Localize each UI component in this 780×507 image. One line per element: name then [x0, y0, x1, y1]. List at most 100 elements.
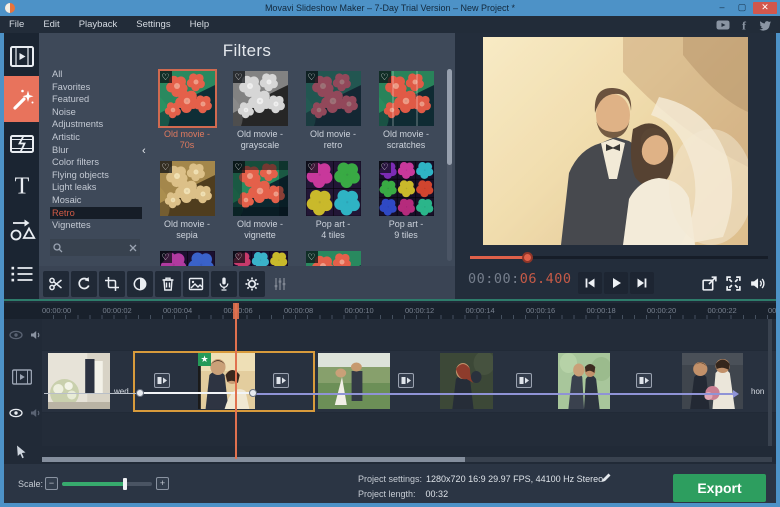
- menu-settings[interactable]: Settings: [136, 19, 170, 30]
- favorite-heart-icon[interactable]: ♡: [378, 161, 391, 173]
- filter-item[interactable]: ♡ Old movie - vignette: [224, 161, 296, 240]
- filter-item[interactable]: ♡ Pop art -4 tiles: [297, 160, 369, 240]
- timeline-clip-autumn-couple[interactable]: [440, 353, 493, 409]
- filter-item[interactable]: ♡: [151, 250, 223, 266]
- title-track-mute-toggle[interactable]: [28, 327, 44, 343]
- sidebar-tab-titles[interactable]: T: [4, 166, 39, 206]
- filter-item[interactable]: ♡ Old movie - retro: [297, 71, 369, 150]
- favorite-heart-icon[interactable]: ♡: [232, 251, 245, 263]
- link-handle[interactable]: [249, 389, 257, 397]
- filter-item[interactable]: ♡ Old movie -70s: [151, 69, 223, 150]
- record-voice-button[interactable]: [211, 270, 237, 297]
- favorite-heart-icon[interactable]: ♡: [232, 71, 245, 83]
- favorite-heart-icon[interactable]: ♡: [378, 71, 391, 83]
- next-frame-button[interactable]: [630, 272, 654, 294]
- link-handle[interactable]: [136, 389, 144, 397]
- volume-button[interactable]: [748, 274, 766, 292]
- timeline-clip-kissing-couple[interactable]: [558, 353, 610, 409]
- category-noise[interactable]: Noise: [50, 106, 142, 119]
- timeline-vscrollbar[interactable]: [768, 319, 772, 446]
- filter-thumbnail[interactable]: ♡: [378, 160, 435, 217]
- selected-clip-outline[interactable]: [133, 351, 315, 412]
- sidebar-tab-transitions[interactable]: [4, 123, 39, 165]
- category-favorites[interactable]: Favorites: [50, 81, 142, 94]
- settings-button[interactable]: [239, 270, 265, 297]
- rotate-button[interactable]: [71, 270, 97, 297]
- adjust-button[interactable]: [127, 270, 153, 297]
- category-vignettes[interactable]: Vignettes: [50, 219, 142, 232]
- category-mosaic[interactable]: Mosaic: [50, 194, 142, 207]
- share-button[interactable]: [700, 274, 718, 292]
- favorite-heart-icon[interactable]: ♡: [159, 161, 172, 173]
- menu-edit[interactable]: Edit: [43, 19, 59, 30]
- scale-slider[interactable]: [62, 478, 152, 490]
- category-blur[interactable]: Blur: [50, 144, 142, 157]
- transition-slot[interactable]: [398, 373, 414, 388]
- sidebar-tab-filters[interactable]: [4, 76, 39, 122]
- filter-thumbnail[interactable]: ♡: [305, 251, 361, 266]
- filter-thumbnail[interactable]: ♡: [232, 71, 288, 126]
- minimize-button[interactable]: –: [713, 2, 731, 14]
- delete-button[interactable]: [155, 270, 181, 297]
- category-light-leaks[interactable]: Light leaks: [50, 181, 142, 194]
- filter-item[interactable]: ♡: [297, 251, 369, 266]
- filter-item[interactable]: ♡ Old movie - grayscale: [224, 71, 296, 150]
- sidebar-tab-slides[interactable]: [4, 39, 39, 75]
- favorite-heart-icon[interactable]: ♡: [305, 251, 318, 263]
- seek-handle[interactable]: [522, 252, 533, 263]
- scale-slider-handle[interactable]: [123, 478, 127, 490]
- filter-thumbnail[interactable]: ♡: [157, 69, 217, 128]
- crop-button[interactable]: [99, 270, 125, 297]
- timeline-clip-bride-groom[interactable]: [682, 353, 743, 409]
- hscroll-thumb[interactable]: [42, 457, 465, 462]
- maximize-button[interactable]: ▢: [733, 2, 751, 14]
- music-track-visibility-toggle[interactable]: [8, 405, 24, 421]
- transition-slot[interactable]: [516, 373, 532, 388]
- title-track[interactable]: [42, 319, 776, 350]
- cut-button[interactable]: [43, 270, 69, 297]
- category-color-filters[interactable]: Color filters: [50, 156, 142, 169]
- category-artistic[interactable]: Artistic: [50, 131, 142, 144]
- timeline-ruler[interactable]: 00:00:0000:00:0200:00:0400:00:0600:00:08…: [4, 303, 780, 319]
- filter-thumbnail[interactable]: ♡: [232, 161, 288, 216]
- transition-slot[interactable]: [636, 373, 652, 388]
- timeline-clip-bouquet[interactable]: [48, 353, 110, 409]
- category-featured[interactable]: Featured: [50, 93, 142, 106]
- play-button[interactable]: [604, 272, 628, 294]
- timeline-clip-outdoor-couple[interactable]: [318, 353, 390, 409]
- menu-help[interactable]: Help: [190, 19, 210, 30]
- clear-search-icon[interactable]: [129, 244, 137, 252]
- category-retro[interactable]: Retro: [50, 206, 142, 220]
- image-button[interactable]: [183, 270, 209, 297]
- music-track-mute-toggle[interactable]: [28, 405, 44, 421]
- seek-bar[interactable]: [470, 252, 768, 263]
- menu-playback[interactable]: Playback: [79, 19, 118, 30]
- music-track[interactable]: [42, 413, 776, 446]
- filter-thumbnail[interactable]: ♡: [159, 161, 215, 216]
- filter-item[interactable]: ♡: [224, 250, 296, 266]
- zoom-in-button[interactable]: +: [156, 477, 169, 490]
- category-flying-objects[interactable]: Flying objects: [50, 169, 142, 182]
- search-bar[interactable]: [50, 239, 140, 256]
- fullscreen-button[interactable]: [724, 274, 742, 292]
- filter-thumbnail[interactable]: ♡: [232, 250, 289, 266]
- favorite-heart-icon[interactable]: ♡: [305, 71, 318, 83]
- favorite-heart-icon[interactable]: ♡: [232, 161, 245, 173]
- favorite-heart-icon[interactable]: ♡: [305, 161, 318, 173]
- category-adjustments[interactable]: Adjustments: [50, 118, 142, 131]
- filter-item[interactable]: ♡ Old movie - scratches: [370, 71, 442, 150]
- favorite-heart-icon[interactable]: ♡: [159, 71, 172, 83]
- sidebar-tab-motion[interactable]: [4, 207, 39, 251]
- timeline-hscrollbar[interactable]: [42, 457, 772, 462]
- favorite-heart-icon[interactable]: ♡: [159, 251, 172, 263]
- edit-settings-pencil-icon[interactable]: [600, 472, 612, 484]
- export-button[interactable]: Export: [673, 474, 766, 502]
- category-all[interactable]: All: [50, 68, 142, 81]
- title-track-visibility-toggle[interactable]: [8, 327, 24, 343]
- filter-item[interactable]: ♡ Old movie - sepia: [151, 161, 223, 240]
- menu-file[interactable]: File: [9, 19, 24, 30]
- sidebar-tab-list[interactable]: [4, 253, 39, 295]
- filter-thumbnail[interactable]: ♡: [159, 250, 215, 266]
- previous-frame-button[interactable]: [578, 272, 602, 294]
- filter-thumbnail[interactable]: ♡: [305, 71, 361, 126]
